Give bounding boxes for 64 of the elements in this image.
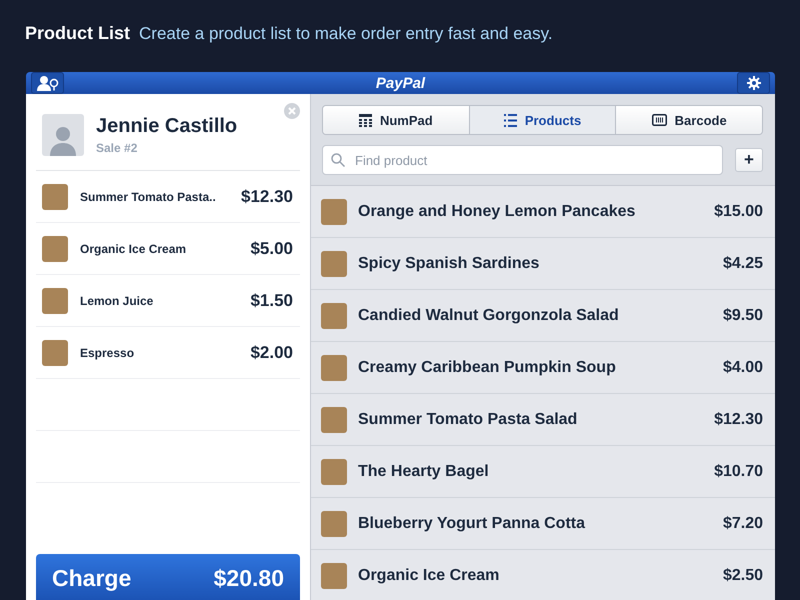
product-price: $10.70	[714, 462, 763, 480]
product-price: $4.25	[722, 254, 763, 272]
food-photo-placeholder	[42, 340, 68, 366]
product-price: $9.50	[722, 306, 763, 324]
settings-button[interactable]	[737, 72, 770, 94]
food-photo-placeholder	[321, 510, 347, 536]
product-row[interactable]: Organic Ice Cream $2.50	[311, 550, 775, 600]
food-photo-placeholder	[42, 236, 68, 262]
window-title: PayPal	[376, 74, 426, 92]
tab[interactable]: Barcode	[616, 106, 762, 134]
person-pin-icon	[36, 75, 58, 91]
product-price: $7.20	[722, 514, 763, 532]
product-name: The Hearty Bagel	[358, 462, 490, 480]
customer-button[interactable]	[31, 72, 64, 94]
product-price: $4.00	[722, 358, 763, 376]
food-photo-placeholder	[321, 302, 347, 328]
food-photo-placeholder	[321, 406, 347, 432]
tab[interactable]: NumPad	[323, 106, 470, 134]
food-photo-placeholder	[321, 250, 347, 276]
search-field[interactable]: Find product	[322, 145, 723, 175]
product-row[interactable]: Summer Tomato Pasta Salad $12.30	[311, 394, 775, 446]
page-title: Product List	[25, 23, 130, 44]
product-name: Blueberry Yogurt Panna Cotta	[358, 514, 586, 532]
product-row[interactable]: Candied Walnut Gorgonzola Salad $9.50	[311, 290, 775, 342]
barcode-icon	[652, 114, 667, 126]
food-photo-placeholder	[321, 198, 347, 224]
charge-button[interactable]: Charge $20.80	[36, 554, 300, 600]
close-icon	[288, 107, 296, 115]
product-price: $2.50	[722, 566, 763, 584]
add-button[interactable]: +	[735, 148, 763, 172]
food-photo-placeholder	[321, 458, 347, 484]
cart-item-name: Lemon Juice	[80, 294, 154, 308]
avatar-placeholder	[42, 114, 84, 156]
product-name: Organic Ice Cream	[358, 566, 500, 584]
food-photo-placeholder	[42, 288, 68, 314]
product-name: Orange and Honey Lemon Pancakes	[358, 202, 636, 220]
product-name: Creamy Caribbean Pumpkin Soup	[358, 358, 617, 376]
sale-number: Sale #2	[96, 141, 138, 155]
product-name: Summer Tomato Pasta Salad	[358, 410, 578, 428]
cart-item-price: $1.50	[250, 290, 293, 310]
food-photo-placeholder	[321, 354, 347, 380]
product-row[interactable]: Creamy Caribbean Pumpkin Soup $4.00	[311, 342, 775, 394]
product-name: Spicy Spanish Sardines	[358, 254, 540, 272]
list-icon	[504, 114, 517, 126]
cart-item-name: Summer Tomato Pasta..	[80, 190, 217, 204]
product-price: $15.00	[714, 202, 763, 220]
cart-item-price: $5.00	[250, 238, 293, 258]
cart-item-name: Espresso	[80, 346, 136, 360]
product-price: $12.30	[714, 410, 763, 428]
calculator-icon	[358, 114, 372, 126]
settings-icon	[746, 76, 760, 90]
food-photo-placeholder	[321, 562, 347, 588]
product-row[interactable]: Orange and Honey Lemon Pancakes $15.00	[311, 186, 775, 238]
cart-item-price: $2.00	[250, 342, 293, 362]
cart-item-price: $12.30	[241, 186, 293, 206]
product-row[interactable]: Spicy Spanish Sardines $4.25	[311, 238, 775, 290]
food-photo-placeholder	[42, 184, 68, 210]
tab[interactable]: Products	[470, 106, 616, 134]
product-name: Candied Walnut Gorgonzola Salad	[358, 306, 620, 324]
product-row[interactable]: The Hearty Bagel $10.70	[311, 446, 775, 498]
cart-item-name: Organic Ice Cream	[80, 242, 188, 256]
product-row[interactable]: Blueberry Yogurt Panna Cotta $7.20	[311, 498, 775, 550]
customer-name: Jennie Castillo	[96, 115, 238, 138]
page-subtitle: Create a product list to make order entry fast and easy.	[139, 24, 553, 44]
